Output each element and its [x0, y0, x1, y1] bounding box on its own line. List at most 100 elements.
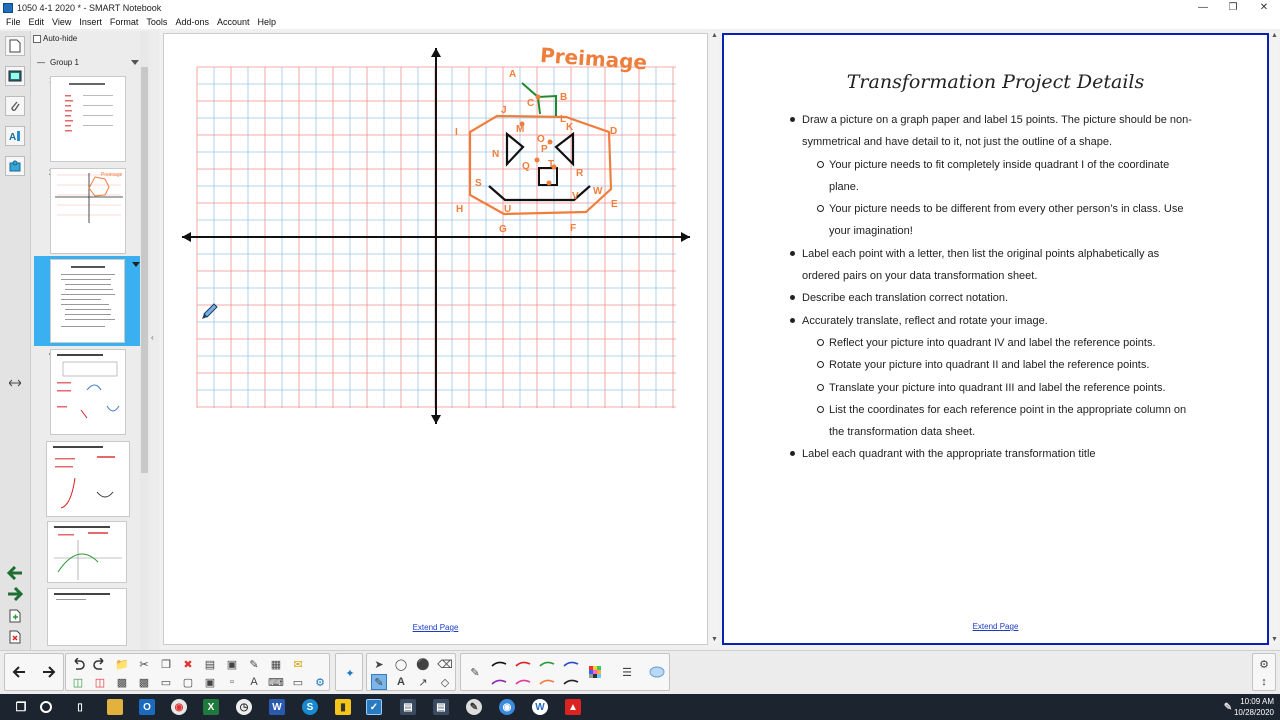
keyboard-icon[interactable]: ⌨	[268, 674, 284, 690]
start-button-icon[interactable]: ❐	[13, 699, 29, 715]
cut-icon[interactable]: ✂	[136, 656, 152, 672]
open-folder-icon[interactable]: 📁	[114, 656, 130, 672]
menu-file[interactable]: File	[2, 17, 25, 27]
page-thumbnail-3[interactable]: 3	[34, 256, 141, 346]
response-icon[interactable]: ⚙	[312, 674, 328, 690]
autohide-checkbox[interactable]: Auto-hide	[33, 34, 77, 43]
task-view-icon[interactable]: ▯	[72, 699, 88, 715]
pen-color-black[interactable]	[491, 656, 507, 672]
minimize-button[interactable]: —	[1187, 0, 1219, 15]
extend-page-link-left[interactable]: Extend Page	[164, 623, 707, 632]
email-icon[interactable]: ✉	[290, 656, 306, 672]
page-scrollbar-right[interactable]: ▲ ▼	[1270, 31, 1279, 645]
format-icon[interactable]: ▤	[202, 656, 218, 672]
page-right[interactable]: Transformation Project Details Draw a pi…	[722, 33, 1269, 645]
pen-tool-active[interactable]: ✎	[371, 674, 387, 690]
thumb-menu-icon[interactable]	[132, 262, 140, 267]
app-icon-2[interactable]: ▤	[433, 699, 449, 715]
addons-tab[interactable]	[5, 156, 25, 176]
fill-tool-icon[interactable]: ⚫	[415, 656, 431, 672]
gear-icon[interactable]: ⚙	[1256, 656, 1272, 672]
maximize-button[interactable]: ❐	[1217, 0, 1249, 15]
table-icon[interactable]: ▦	[268, 656, 284, 672]
menu-edit[interactable]: Edit	[25, 17, 49, 27]
handwriting-icon[interactable]: A	[246, 674, 262, 690]
eraser-tool-icon[interactable]: ⌫	[437, 656, 453, 672]
pen-color-orange[interactable]	[539, 674, 555, 690]
menu-format[interactable]: Format	[106, 17, 143, 27]
full-screen-icon[interactable]: ▢	[180, 674, 196, 690]
sticky-notes-icon[interactable]: ▮	[335, 699, 351, 715]
resize-handle-icon[interactable]	[4, 374, 26, 392]
toolbar-next-button[interactable]	[41, 664, 57, 680]
page-left[interactable]: A B C D E F G H I J K L M N O P Q R S T …	[163, 33, 708, 645]
display-icon[interactable]: ▭	[290, 674, 306, 690]
page-thumbnail-5[interactable]: 5	[45, 441, 130, 517]
redo-button[interactable]	[92, 656, 108, 672]
pen-type-icon[interactable]: ✎	[467, 664, 483, 680]
erase-icon[interactable]: ◇	[437, 674, 453, 690]
delete-page-button[interactable]	[4, 628, 26, 646]
capture-icon[interactable]: ▫	[224, 674, 240, 690]
shape-tool-icon[interactable]: ◯	[393, 656, 409, 672]
blank-page-icon[interactable]: ▣	[224, 656, 240, 672]
screen-shade-icon[interactable]: ▣	[202, 674, 218, 690]
sorter-scrollbar[interactable]	[140, 31, 149, 650]
copy-icon[interactable]: ❐	[158, 656, 174, 672]
next-page-button[interactable]	[4, 585, 26, 603]
menu-account[interactable]: Account	[213, 17, 254, 27]
system-clock[interactable]: 10:09 AM 10/28/2020	[1234, 696, 1274, 718]
pen-icon[interactable]: ✎	[246, 656, 262, 672]
clock-app-icon[interactable]: ◷	[236, 699, 252, 715]
outlook-icon[interactable]: O	[139, 699, 155, 715]
pen-color-green[interactable]	[539, 656, 555, 672]
menu-insert[interactable]: Insert	[75, 17, 106, 27]
smart-notebook-taskbar-icon[interactable]: ✓	[366, 699, 382, 715]
previous-page-button[interactable]	[4, 564, 26, 582]
pen-color-blue[interactable]	[563, 656, 579, 672]
collapse-panel-icon[interactable]: ‹	[151, 333, 154, 342]
excel-icon[interactable]: X	[203, 699, 219, 715]
remove-page-toolbar-icon[interactable]: ◫	[92, 674, 108, 690]
autohide-box[interactable]	[33, 34, 41, 43]
app-icon-3[interactable]: ✎	[466, 699, 482, 715]
page-thumbnail-7[interactable]: 7	[47, 588, 128, 646]
pen-color-red[interactable]	[515, 656, 531, 672]
app-icon-1[interactable]: ▤	[400, 699, 416, 715]
page-thumbnail-2[interactable]: 2 Preimage	[48, 168, 128, 254]
gallery-tab[interactable]	[5, 66, 25, 86]
page-sorter-tab[interactable]	[5, 36, 25, 56]
menu-help[interactable]: Help	[254, 17, 281, 27]
word-icon[interactable]: W	[269, 699, 285, 715]
toolbar-position-icon[interactable]: ↕	[1256, 674, 1272, 690]
select-tool-icon[interactable]: ➤	[371, 656, 387, 672]
pen-color-pink[interactable]	[515, 674, 531, 690]
save-icon[interactable]: ▩	[114, 674, 130, 690]
add-page-button[interactable]	[4, 607, 26, 625]
add-page-toolbar-icon[interactable]: ◫	[70, 674, 86, 690]
group-dropdown-icon[interactable]	[131, 60, 139, 65]
fill-effect-icon[interactable]	[649, 664, 665, 680]
file-explorer-icon[interactable]	[107, 699, 123, 715]
text-tool-icon[interactable]: A	[393, 674, 409, 690]
menu-view[interactable]: View	[48, 17, 75, 27]
toolbar-previous-button[interactable]	[11, 664, 27, 680]
app-icon-4[interactable]: ◉	[499, 699, 515, 715]
chrome-icon[interactable]: ◉	[171, 699, 187, 715]
pen-color-purple[interactable]	[491, 674, 507, 690]
clear-page-icon[interactable]: ▭	[158, 674, 174, 690]
color-palette-icon[interactable]	[587, 664, 603, 680]
properties-tab[interactable]: A	[5, 126, 25, 146]
close-button[interactable]: ✕	[1248, 0, 1280, 15]
page-scrollbar-left[interactable]: ▲ ▼	[710, 31, 719, 645]
menu-tools[interactable]: Tools	[142, 17, 171, 27]
sorter-scroll-thumb[interactable]	[141, 67, 148, 473]
undo-button[interactable]	[70, 656, 86, 672]
addon-puzzle-icon[interactable]: ✦	[342, 665, 358, 681]
skype-icon[interactable]: S	[302, 699, 318, 715]
search-icon[interactable]	[40, 701, 52, 713]
group-header[interactable]: — Group 1	[37, 58, 79, 67]
extend-page-link-right[interactable]: Extend Page	[724, 622, 1267, 631]
pdf-reader-icon[interactable]: ▲	[565, 699, 581, 715]
page-thumbnail-1[interactable]: 1	[48, 76, 128, 162]
